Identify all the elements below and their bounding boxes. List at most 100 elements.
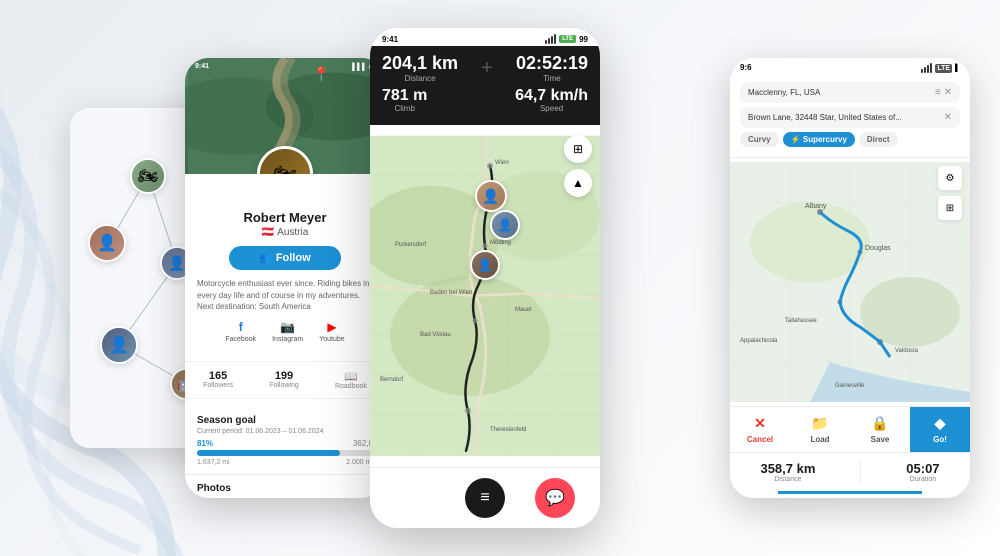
svg-text:Purkersdorf: Purkersdorf xyxy=(395,242,426,248)
route-duration-value: 05:07 xyxy=(906,461,939,476)
svg-text:Albany: Albany xyxy=(805,203,827,210)
avatar-node-4[interactable]: 👤 xyxy=(100,326,138,364)
route-tab-direct[interactable]: Direct xyxy=(859,132,898,147)
signal-icon xyxy=(545,34,556,44)
menu-fab-button[interactable]: ≡ xyxy=(465,478,505,518)
route-signal-icon xyxy=(921,63,932,73)
map-status-icons: LTE 99 xyxy=(545,34,588,44)
map-stats-top-row: 204,1 km Distance + 02:52:19 Time xyxy=(382,54,588,83)
avatar-node-2[interactable]: 👤 xyxy=(88,224,126,262)
route-header: Macclenny, FL, USA ≡ ✕ Brown Lane, 32448… xyxy=(730,76,970,158)
facebook-icon: f xyxy=(239,320,243,334)
map-status-time: 9:41 xyxy=(382,35,398,44)
route-lte-badge: LTE xyxy=(935,64,952,73)
youtube-link[interactable]: ▶ Youtube xyxy=(319,320,344,343)
stat-vertical-divider xyxy=(860,461,861,483)
photos-section: Photos xyxy=(185,474,385,498)
profile-bio: Motorcycle enthusiast ever since. Riding… xyxy=(197,278,373,312)
svg-text:Theresienfeld: Theresienfeld xyxy=(490,427,526,433)
route-start-close[interactable]: ≡ ✕ xyxy=(935,87,952,98)
avatar-node-1[interactable]: 🏍 xyxy=(130,158,166,194)
route-tab-supercurvy[interactable]: ⚡ Supercurvy xyxy=(783,132,855,147)
route-input-start[interactable]: Macclenny, FL, USA ≡ ✕ xyxy=(740,82,960,103)
route-end-close[interactable]: ✕ xyxy=(944,112,952,123)
profile-name: Robert Meyer xyxy=(197,210,373,225)
roadbook-icon: 📖 xyxy=(335,370,367,383)
stat-roadbook: 📖 Roadbook xyxy=(335,370,367,390)
photos-label: Photos xyxy=(197,483,373,494)
map-stats-header: 204,1 km Distance + 02:52:19 Time 781 m … xyxy=(370,46,600,125)
cancel-button[interactable]: ✕ Cancel xyxy=(730,407,790,452)
route-end-value: Brown Lane, 32448 Star, United States of… xyxy=(748,113,902,122)
speed-label: Speed xyxy=(515,104,588,113)
distance-label: Distance xyxy=(382,74,458,83)
map-stat-time: 02:52:19 Time xyxy=(516,54,588,83)
svg-text:Mauer: Mauer xyxy=(515,307,532,313)
map-bottom-bar: ≡ 💬 xyxy=(370,467,600,528)
svg-text:Bad Vöslau: Bad Vöslau xyxy=(420,332,451,338)
compass-button[interactable]: ▲ xyxy=(564,169,592,197)
svg-text:Mödling: Mödling xyxy=(490,240,511,246)
go-icon: ◆ xyxy=(935,415,946,432)
go-button[interactable]: ◆ Go! xyxy=(910,407,970,452)
flag-icon: 🇦🇹 xyxy=(262,227,274,238)
map-stat-speed: 64,7 km/h Speed xyxy=(515,87,588,114)
chat-fab-button[interactable]: 💬 xyxy=(535,478,575,518)
route-status-time: 9:6 xyxy=(740,63,752,73)
progress-percent: 81% xyxy=(197,439,213,448)
instagram-label: Instagram xyxy=(272,336,303,343)
facebook-link[interactable]: f Facebook xyxy=(225,320,256,343)
following-count: 199 xyxy=(269,370,299,382)
progress-bar-fill xyxy=(197,450,340,456)
route-layers-icon[interactable]: ⊞ xyxy=(938,196,962,220)
svg-text:Douglas: Douglas xyxy=(865,245,891,252)
follow-label: Follow xyxy=(276,252,311,264)
following-label: Following xyxy=(269,382,299,389)
route-map-area: Albany Douglas Tallahassee Appalachicola… xyxy=(730,158,970,406)
time-value: 02:52:19 xyxy=(516,54,588,74)
status-time: 9:41 xyxy=(195,63,209,71)
follow-button[interactable]: 👥 Follow xyxy=(229,246,340,270)
load-label: Load xyxy=(810,435,829,444)
follow-icon: 👥 xyxy=(259,253,271,264)
route-type-tabs: Curvy ⚡ Supercurvy Direct xyxy=(740,132,960,147)
route-sidebar-icons: ⚙ ⊞ xyxy=(938,166,962,220)
distance-value: 204,1 km xyxy=(382,54,458,74)
progress-target: 2.000 mi xyxy=(346,459,373,466)
route-status-bar: 9:6 LTE ▌ xyxy=(730,58,970,76)
stat-followers: 165 Followers xyxy=(203,370,233,390)
progress-bar-bg xyxy=(197,450,373,456)
svg-text:Tallahassee: Tallahassee xyxy=(785,318,817,324)
time-label: Time xyxy=(516,74,588,83)
save-label: Save xyxy=(871,435,890,444)
save-button[interactable]: 🔒 Save xyxy=(850,407,910,452)
load-button[interactable]: 📁 Load xyxy=(790,407,850,452)
instagram-link[interactable]: 📷 Instagram xyxy=(272,320,303,343)
route-progress-line xyxy=(778,491,922,494)
profile-status-bar: 9:41 ▌▌▌ ⬡ xyxy=(195,63,375,71)
route-input-end[interactable]: Brown Lane, 32448 Star, United States of… xyxy=(740,107,960,128)
season-period: Current period: 01.06.2023 – 01.06.2024 xyxy=(197,428,373,435)
load-icon: 📁 xyxy=(811,415,828,432)
lte-badge: LTE xyxy=(559,35,576,43)
route-action-buttons: ✕ Cancel 📁 Load 🔒 Save ◆ Go! xyxy=(730,407,970,453)
map-stat-distance: 204,1 km Distance xyxy=(382,54,458,83)
route-settings-icon[interactable]: ⚙ xyxy=(938,166,962,190)
svg-text:Berndorf: Berndorf xyxy=(380,377,403,383)
route-status-icons: LTE ▌ xyxy=(921,63,960,73)
followers-label: Followers xyxy=(203,382,233,389)
progress-percent-row: 81% 362,8 xyxy=(197,439,373,448)
followers-count: 165 xyxy=(203,370,233,382)
go-label: Go! xyxy=(933,435,947,444)
facebook-label: Facebook xyxy=(225,336,256,343)
route-duration-stat: 05:07 Duration xyxy=(906,461,939,483)
profile-country: 🇦🇹 Austria xyxy=(197,227,373,238)
route-start-value: Macclenny, FL, USA xyxy=(748,88,820,97)
route-tab-curvy[interactable]: Curvy xyxy=(740,132,779,147)
avatar-motorcycle-icon: 🏍 xyxy=(260,149,310,174)
layers-button[interactable]: ⊞ xyxy=(564,135,592,163)
map-stat-climb: 781 m Climb xyxy=(382,87,427,114)
stat-divider-1: + xyxy=(481,57,493,80)
season-goal-section: Season goal Current period: 01.06.2023 –… xyxy=(185,407,385,474)
climb-label: Climb xyxy=(382,104,427,113)
